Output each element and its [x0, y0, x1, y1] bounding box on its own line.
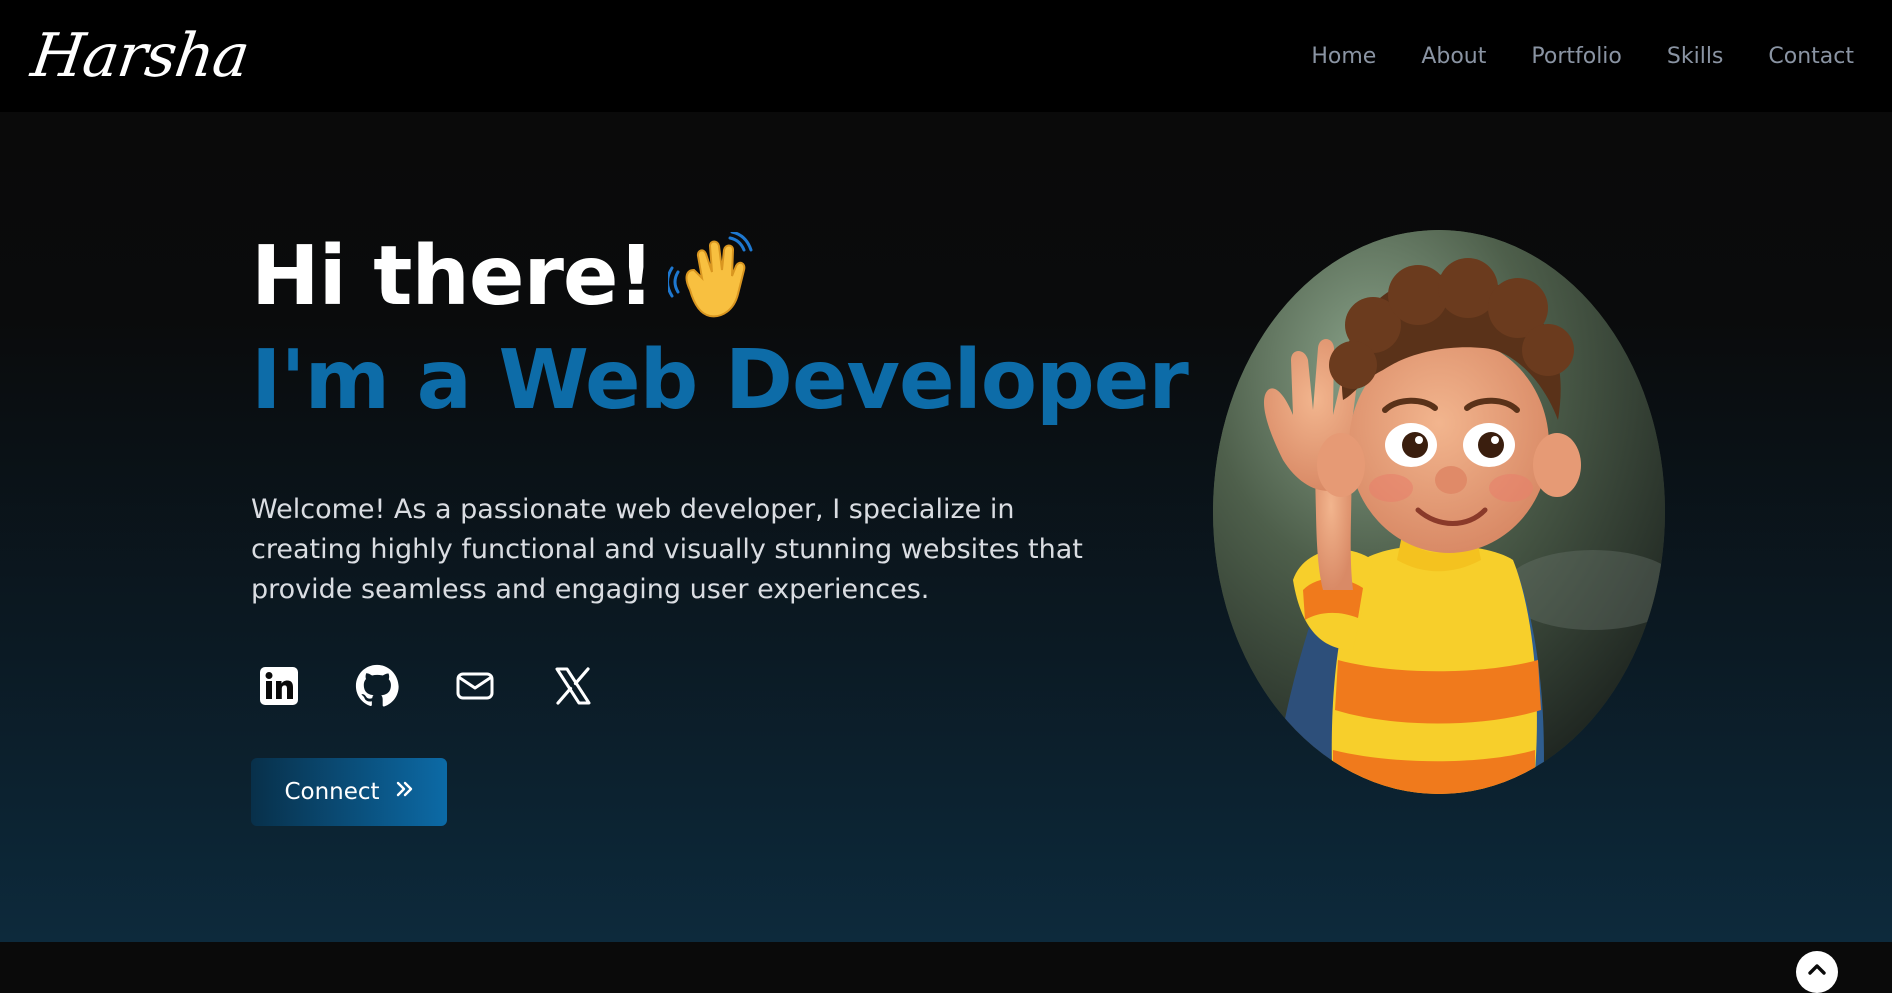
mail-icon: [455, 669, 495, 703]
hero-section: Hi there! I'm a Web Developer Welcome! A…: [0, 112, 1892, 993]
social-links: [251, 658, 1111, 714]
greeting-heading: Hi there!: [251, 229, 1111, 324]
x-twitter-icon: [553, 666, 593, 706]
nav-link-about[interactable]: About: [1421, 44, 1486, 69]
avatar-illustration: [1213, 230, 1665, 794]
double-chevron-right-icon: [394, 779, 414, 805]
intro-paragraph: Welcome! As a passionate web developer, …: [251, 494, 1083, 606]
github-link[interactable]: [349, 658, 405, 714]
nav-link-contact[interactable]: Contact: [1768, 44, 1854, 69]
linkedin-icon: [259, 666, 299, 706]
github-icon: [355, 664, 399, 708]
nav-link-skills[interactable]: Skills: [1667, 44, 1724, 69]
mail-link[interactable]: [447, 658, 503, 714]
chevron-up-icon: [1805, 958, 1829, 986]
waving-hand-icon: [665, 230, 758, 322]
x-twitter-link[interactable]: [545, 658, 601, 714]
nav-links: Home About Portfolio Skills Contact: [1311, 44, 1854, 69]
connect-button[interactable]: Connect: [251, 758, 447, 827]
scroll-top-button[interactable]: [1796, 951, 1838, 993]
role-heading: I'm a Web Developer: [251, 333, 1189, 428]
nav-link-portfolio[interactable]: Portfolio: [1531, 44, 1622, 69]
linkedin-link[interactable]: [251, 658, 307, 714]
greeting-text: Hi there!: [251, 229, 655, 324]
nav-link-home[interactable]: Home: [1311, 44, 1376, 69]
logo[interactable]: Harsha: [27, 21, 253, 91]
connect-label: Connect: [284, 779, 380, 806]
hero-content: Hi there! I'm a Web Developer Welcome! A…: [251, 229, 1189, 827]
navbar: Harsha Home About Portfolio Skills Conta…: [0, 0, 1892, 112]
